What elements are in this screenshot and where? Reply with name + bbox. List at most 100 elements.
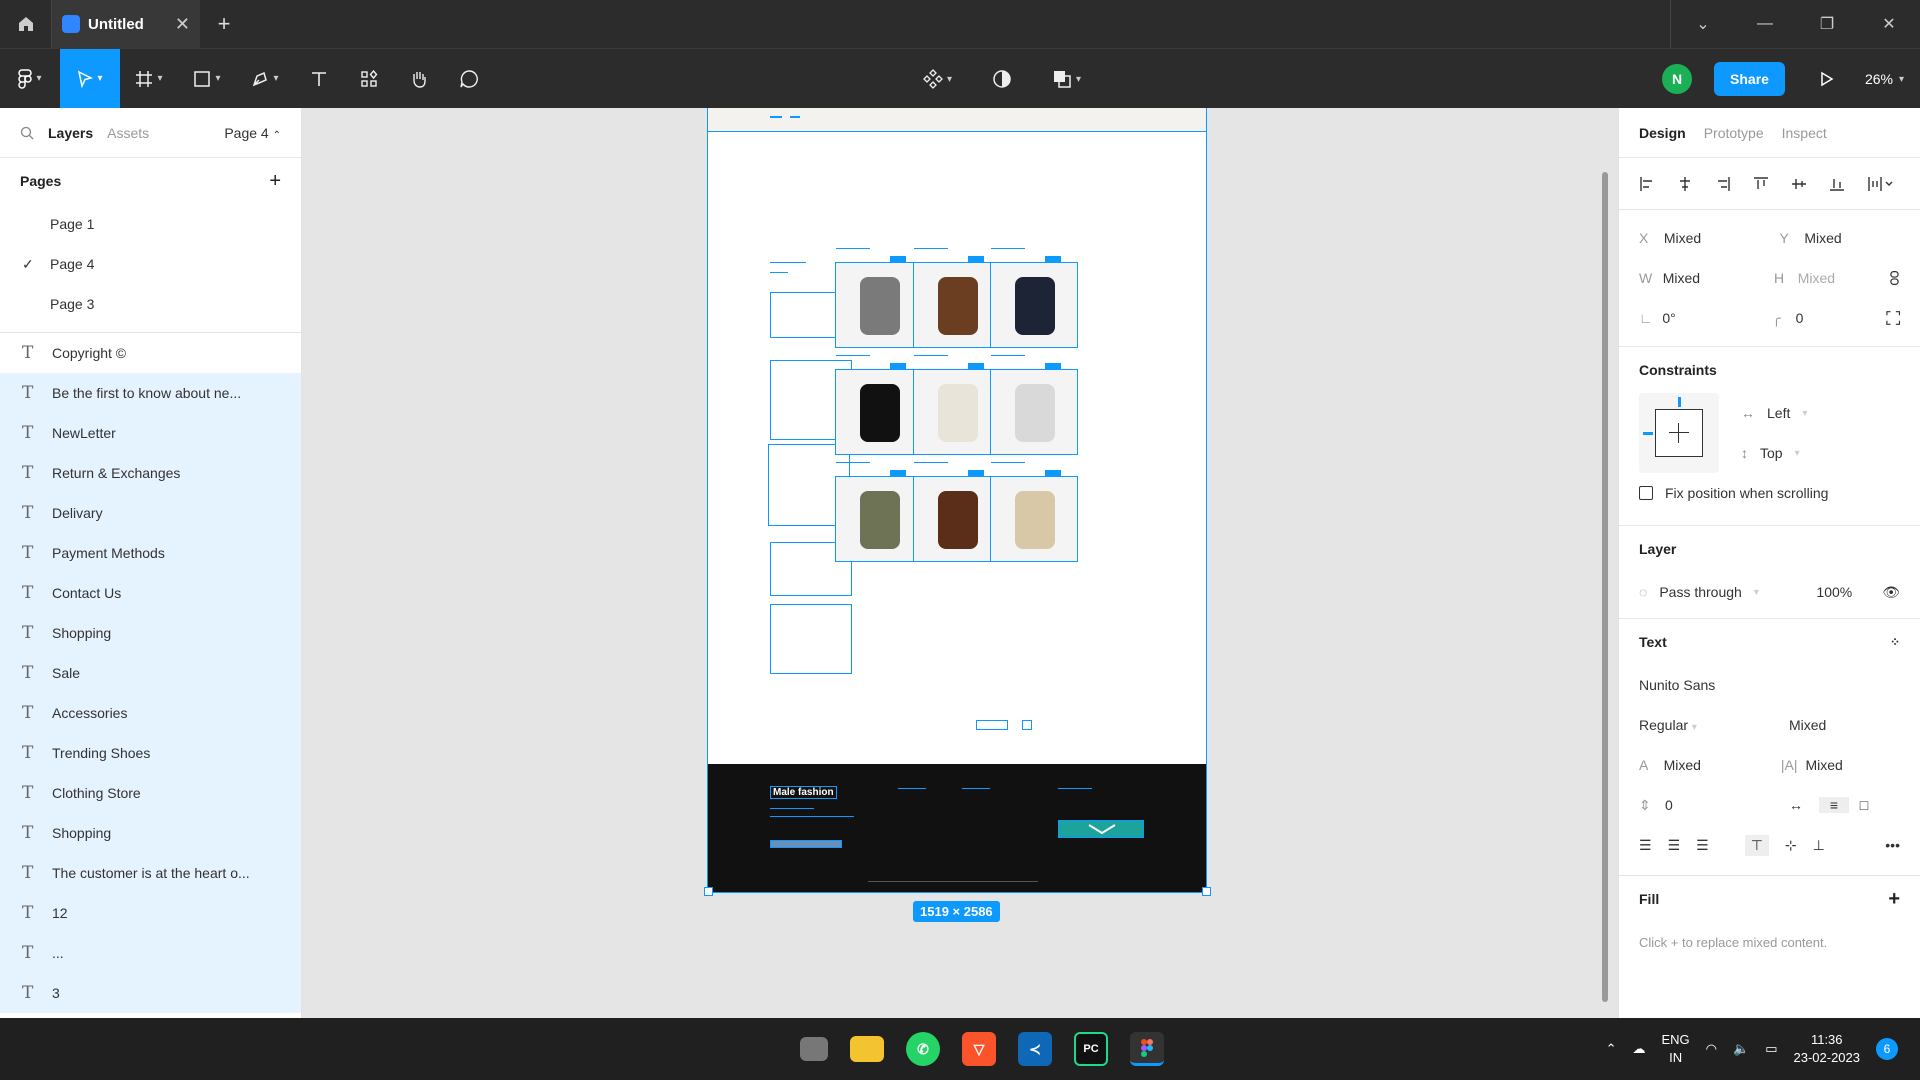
resize-handle-br[interactable] bbox=[1202, 887, 1211, 896]
language-indicator[interactable]: ENG IN bbox=[1662, 1031, 1690, 1067]
notification-badge[interactable]: 6 bbox=[1876, 1038, 1898, 1060]
vscode-icon[interactable]: ≺ bbox=[1018, 1032, 1052, 1066]
text-align-right-icon[interactable]: ☰ bbox=[1696, 837, 1709, 854]
align-right-icon[interactable] bbox=[1715, 176, 1731, 192]
pen-tool[interactable]: ▾ bbox=[236, 49, 294, 109]
boolean-button[interactable]: ▾ bbox=[1044, 49, 1089, 109]
present-play-icon[interactable] bbox=[1819, 71, 1835, 87]
comment-tool[interactable] bbox=[444, 49, 494, 109]
vertical-constraint-dropdown[interactable]: ↕ Top ▾ bbox=[1741, 433, 1807, 473]
line-height-field[interactable]: Mixed bbox=[1664, 757, 1781, 773]
task-view-icon[interactable] bbox=[800, 1037, 828, 1061]
eye-icon[interactable]: 👁 bbox=[1882, 584, 1900, 601]
brave-browser-icon[interactable]: ▽ bbox=[962, 1032, 996, 1066]
main-menu-button[interactable]: ▾ bbox=[0, 49, 60, 109]
layer-item[interactable]: T Clothing Store bbox=[0, 773, 301, 813]
align-middle-text-icon[interactable]: ⊹ bbox=[1785, 837, 1797, 854]
tabs-dropdown-icon[interactable]: ⌄ bbox=[1672, 0, 1734, 48]
hand-tool[interactable] bbox=[394, 49, 444, 109]
pycharm-icon[interactable]: PC bbox=[1074, 1032, 1108, 1066]
text-tool[interactable] bbox=[294, 49, 344, 109]
tab-design[interactable]: Design bbox=[1639, 125, 1686, 141]
layer-item[interactable]: T 12 bbox=[0, 893, 301, 933]
align-top-icon[interactable] bbox=[1753, 176, 1769, 192]
move-tool[interactable]: ▾ bbox=[60, 48, 120, 109]
align-bottom-icon[interactable] bbox=[1829, 176, 1845, 192]
layer-item[interactable]: T Return & Exchanges bbox=[0, 453, 301, 493]
more-options-icon[interactable]: ••• bbox=[1885, 837, 1900, 853]
constrain-proportions-icon[interactable] bbox=[1889, 270, 1900, 286]
opacity-field[interactable]: 100% bbox=[1816, 584, 1852, 600]
horizontal-constraint-dropdown[interactable]: ↔ Left ▾ bbox=[1741, 393, 1807, 433]
font-family-dropdown[interactable]: Nunito Sans bbox=[1639, 677, 1715, 693]
font-weight-dropdown[interactable]: Regular ▾ bbox=[1639, 717, 1789, 733]
rotation-field[interactable]: 0° bbox=[1662, 310, 1752, 326]
layer-item[interactable]: T Shopping bbox=[0, 813, 301, 853]
windows-start-icon[interactable] bbox=[748, 1034, 778, 1064]
new-tab-button[interactable]: + bbox=[200, 0, 248, 48]
user-avatar[interactable]: N bbox=[1662, 64, 1693, 94]
whatsapp-icon[interactable]: ✆ bbox=[906, 1032, 940, 1066]
layer-item[interactable]: T Payment Methods bbox=[0, 533, 301, 573]
shape-tool[interactable]: ▾ bbox=[178, 49, 236, 109]
constraints-widget[interactable] bbox=[1639, 393, 1719, 473]
layer-item[interactable]: T Trending Shoes bbox=[0, 733, 301, 773]
radius-field[interactable]: 0 bbox=[1796, 310, 1886, 326]
resize-handle-bl[interactable] bbox=[704, 887, 713, 896]
layer-item[interactable]: T Be the first to know about ne... bbox=[0, 373, 301, 413]
distribute-icon[interactable] bbox=[1867, 176, 1893, 192]
tab-prototype[interactable]: Prototype bbox=[1704, 125, 1764, 141]
layer-item[interactable]: T Copyright © bbox=[0, 333, 301, 373]
page-item[interactable]: Page 3 bbox=[0, 284, 301, 324]
volume-icon[interactable]: 🔈 bbox=[1733, 1041, 1749, 1057]
text-styles-icon[interactable]: ⁘ bbox=[1890, 635, 1900, 649]
layer-item[interactable]: T Shopping bbox=[0, 613, 301, 653]
tab-inspect[interactable]: Inspect bbox=[1782, 125, 1827, 141]
search-icon[interactable] bbox=[20, 126, 34, 140]
minimize-icon[interactable]: — bbox=[1734, 0, 1796, 48]
font-size-field[interactable]: Mixed bbox=[1789, 717, 1826, 733]
paragraph-spacing-field[interactable]: 0 bbox=[1665, 797, 1789, 813]
components-button[interactable]: ▾ bbox=[915, 49, 960, 109]
independent-corners-icon[interactable] bbox=[1885, 310, 1900, 326]
layer-item[interactable]: T The customer is at the heart o... bbox=[0, 853, 301, 893]
wifi-icon[interactable]: ◠ bbox=[1706, 1041, 1717, 1057]
auto-height-icon[interactable]: ≡ bbox=[1819, 797, 1849, 813]
layer-item[interactable]: T Sale bbox=[0, 653, 301, 693]
layer-item[interactable]: T Accessories bbox=[0, 693, 301, 733]
add-page-icon[interactable]: + bbox=[269, 170, 281, 193]
resources-tool[interactable] bbox=[344, 49, 394, 109]
maximize-icon[interactable]: ❐ bbox=[1796, 0, 1858, 48]
file-explorer-icon[interactable] bbox=[850, 1036, 884, 1062]
zoom-dropdown[interactable]: 26% ▾ bbox=[1849, 71, 1904, 87]
align-left-icon[interactable] bbox=[1639, 176, 1655, 192]
add-fill-icon[interactable]: + bbox=[1888, 888, 1900, 911]
home-button[interactable] bbox=[0, 0, 52, 48]
page-item[interactable]: Page 1 bbox=[0, 204, 301, 244]
mask-button[interactable] bbox=[984, 49, 1020, 109]
tab-layers[interactable]: Layers bbox=[48, 125, 93, 141]
clock[interactable]: 11:36 23-02-2023 bbox=[1794, 1031, 1861, 1067]
auto-width-icon[interactable]: ↔ bbox=[1789, 797, 1819, 813]
y-field[interactable]: Mixed bbox=[1804, 230, 1900, 246]
canvas-scrollbar[interactable] bbox=[1602, 172, 1608, 1002]
layer-item[interactable]: T NewLetter bbox=[0, 413, 301, 453]
tab-assets[interactable]: Assets bbox=[107, 125, 149, 141]
canvas[interactable]: Male fashion 1519 × 2586 ? bbox=[302, 108, 1618, 1018]
align-vertical-center-icon[interactable] bbox=[1791, 176, 1807, 192]
selected-frame[interactable]: Male fashion bbox=[707, 108, 1207, 893]
battery-icon[interactable]: ▭ bbox=[1765, 1041, 1777, 1057]
letter-spacing-field[interactable]: Mixed bbox=[1805, 757, 1900, 773]
align-horizontal-center-icon[interactable] bbox=[1677, 176, 1693, 192]
w-field[interactable]: Mixed bbox=[1663, 270, 1754, 286]
text-align-left-icon[interactable]: ☰ bbox=[1639, 837, 1652, 854]
x-field[interactable]: Mixed bbox=[1664, 230, 1760, 246]
figma-app-icon[interactable] bbox=[1130, 1032, 1164, 1066]
layer-item[interactable]: T3 bbox=[0, 973, 301, 1013]
fixed-size-icon[interactable]: □ bbox=[1849, 797, 1879, 813]
close-window-icon[interactable]: ✕ bbox=[1858, 0, 1920, 48]
h-field[interactable]: Mixed bbox=[1798, 270, 1889, 286]
close-tab-icon[interactable]: ✕ bbox=[175, 14, 190, 35]
layer-item[interactable]: T Contact Us bbox=[0, 573, 301, 613]
fix-position-checkbox[interactable] bbox=[1639, 486, 1653, 500]
